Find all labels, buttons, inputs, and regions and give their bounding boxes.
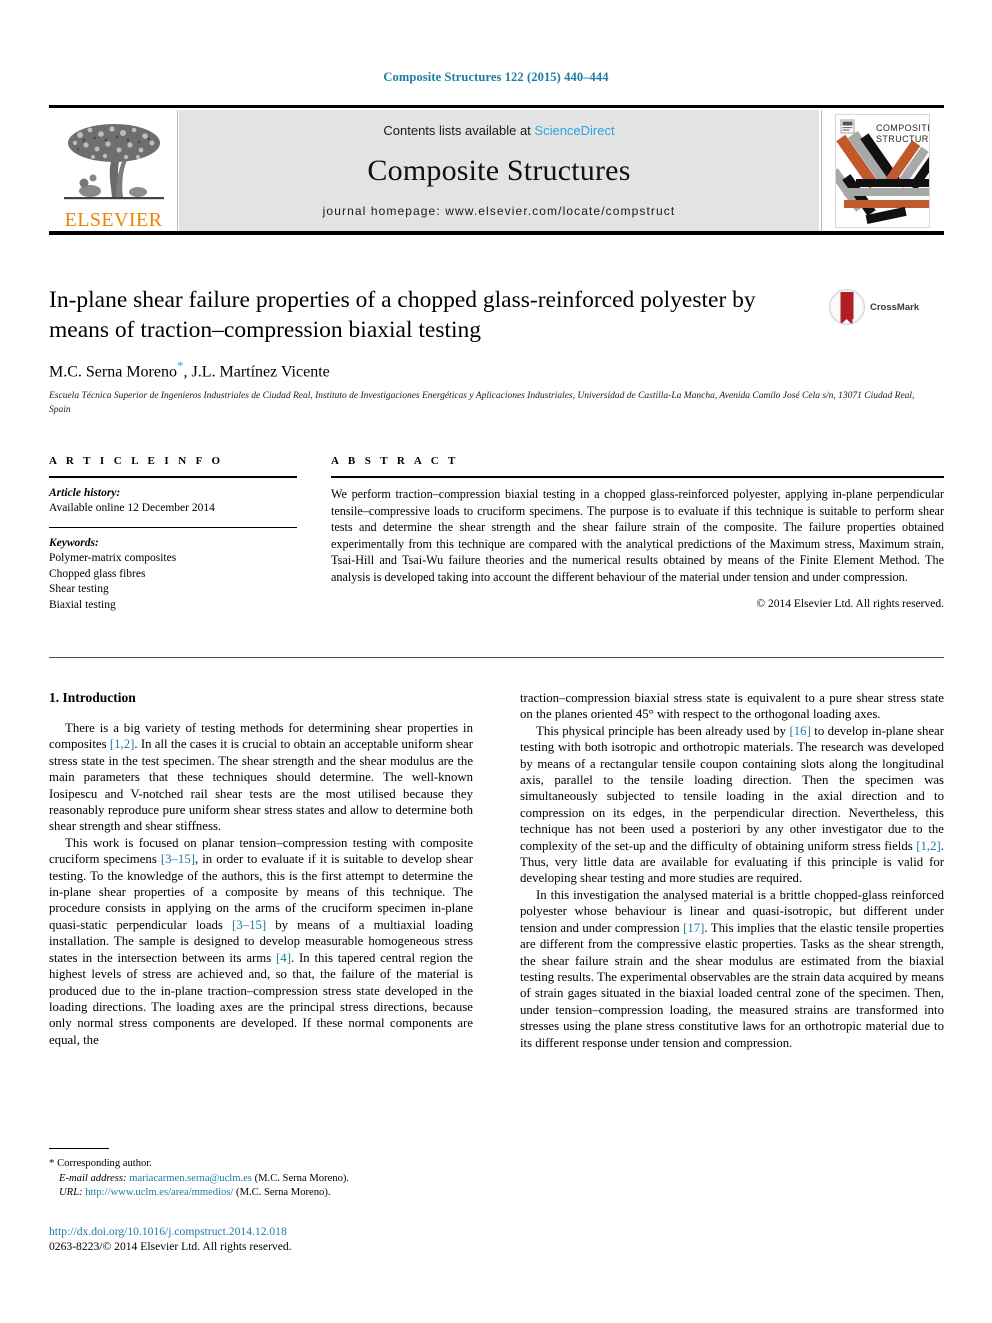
footer-block: http://dx.doi.org/10.1016/j.compstruct.2…: [49, 1224, 549, 1254]
paragraph-text: This work is focused on planar tension–c…: [49, 835, 473, 1047]
cover-artwork: COMPOSITE STRUCTURES: [835, 114, 930, 228]
svg-text:COMPOSITE: COMPOSITE: [876, 123, 929, 133]
paragraph-text: This physical principle has been already…: [520, 723, 944, 886]
keywords-rule: [49, 527, 297, 528]
url-label: URL:: [59, 1187, 83, 1198]
elsevier-wordmark: ELSEVIER: [64, 209, 163, 231]
keyword-item: Polymer-matrix composites: [49, 552, 177, 564]
affiliation: Escuela Técnica Superior de Ingenieros I…: [49, 391, 915, 415]
elsevier-tree-icon: [60, 121, 168, 209]
title-block: In-plane shear failure properties of a c…: [49, 285, 944, 417]
paragraph-text: traction–compression biaxial stress stat…: [520, 691, 944, 722]
abstract-copyright: © 2014 Elsevier Ltd. All rights reserved…: [756, 597, 944, 610]
paper-page: Composite Structures 122 (2015) 440–444: [0, 0, 992, 1323]
contents-line: Contents lists available at ScienceDirec…: [383, 123, 614, 138]
footnote-block: * Corresponding author. E-mail address: …: [49, 1148, 473, 1201]
paragraph-text: There is a big variety of testing method…: [49, 721, 473, 834]
journal-title: Composite Structures: [367, 154, 631, 187]
page-title: In-plane shear failure properties of a c…: [49, 287, 756, 343]
crossmark-ribbon-shape: [840, 292, 854, 324]
url-link[interactable]: http://www.uclm.es/area/mmedios/: [85, 1187, 233, 1198]
body-paragraph: There is a big variety of testing method…: [49, 720, 473, 835]
body-paragraph: This physical principle has been already…: [520, 723, 944, 887]
crossmark-badge-group[interactable]: CrossMark: [829, 289, 931, 325]
paragraph-text: In this investigation the analysed mater…: [520, 887, 945, 1050]
article-history-label: Article history:: [49, 487, 121, 499]
abstract-heading: A B S T R A C T: [331, 455, 459, 467]
doi-link[interactable]: http://dx.doi.org/10.1016/j.compstruct.2…: [49, 1224, 549, 1239]
svg-text:STRUCTURES: STRUCTURES: [876, 134, 929, 144]
contents-prefix: Contents lists available at: [383, 123, 535, 138]
author-primary: M.C. Serna Moreno: [49, 363, 177, 381]
keywords-label: Keywords:: [49, 537, 99, 549]
footnote-rule: [49, 1148, 109, 1149]
body-column-right: traction–compression biaxial stress stat…: [520, 690, 944, 1051]
banner-center: Contents lists available at ScienceDirec…: [179, 110, 819, 232]
body-paragraph: In this investigation the analysed mater…: [520, 887, 944, 1051]
body-paragraph: This work is focused on planar tension–c…: [49, 835, 473, 1048]
article-info-rule: [49, 476, 297, 478]
journal-homepage[interactable]: journal homepage: www.elsevier.com/locat…: [323, 204, 676, 218]
body-paragraph: traction–compression biaxial stress stat…: [520, 690, 944, 723]
author-list: M.C. Serna Moreno*, J.L. Martínez Vicent…: [49, 358, 944, 381]
issn-copyright: 0263-8223/© 2014 Elsevier Ltd. All right…: [49, 1240, 292, 1253]
keyword-item: Chopped glass fibres: [49, 567, 146, 580]
sciencedirect-link[interactable]: ScienceDirect: [534, 123, 614, 138]
corresponding-author-note: * Corresponding author.: [49, 1156, 473, 1172]
email-label: E-mail address:: [59, 1172, 127, 1184]
corresponding-author-text: Corresponding author.: [57, 1158, 152, 1169]
journal-banner: ELSEVIER Contents lists available at Sci…: [49, 105, 944, 235]
keyword-item: Biaxial testing: [49, 598, 116, 611]
banner-bottom-rule: [49, 231, 944, 235]
crossmark-label: CrossMark: [870, 301, 920, 313]
crossmark-icon: [829, 289, 865, 325]
keyword-item: Shear testing: [49, 583, 109, 595]
author-secondary: , J.L. Martínez Vicente: [183, 363, 330, 381]
journal-cover-thumbnail[interactable]: COMPOSITE STRUCTURES: [821, 110, 943, 232]
abstract-rule: [331, 476, 944, 478]
email-link[interactable]: mariacarmen.serna@uclm.es: [129, 1173, 252, 1184]
article-info-heading: A R T I C L E I N F O: [49, 455, 224, 467]
article-history-value: Available online 12 December 2014: [49, 502, 215, 514]
body-column-left: 1. Introduction There is a big variety o…: [49, 690, 473, 1048]
url-note: URL: http://www.uclm.es/area/mmedios/ (M…: [49, 1186, 473, 1201]
article-info-column: A R T I C L E I N F O Article history: A…: [49, 455, 297, 613]
asterisk-icon: *: [49, 1157, 55, 1169]
running-head: Composite Structures 122 (2015) 440–444: [383, 70, 609, 84]
content-separator-rule: [49, 657, 944, 658]
banner-top-rule: [49, 105, 944, 108]
elsevier-logo: ELSEVIER: [50, 110, 178, 232]
url-owner: (M.C. Serna Moreno).: [236, 1187, 331, 1198]
email-note: E-mail address: mariacarmen.serna@uclm.e…: [49, 1172, 473, 1187]
email-owner: (M.C. Serna Moreno).: [254, 1172, 350, 1184]
section-heading-introduction: 1. Introduction: [49, 690, 136, 705]
abstract-column: A B S T R A C T We perform traction–comp…: [331, 455, 944, 610]
abstract-text: We perform traction–compression biaxial …: [331, 487, 944, 584]
